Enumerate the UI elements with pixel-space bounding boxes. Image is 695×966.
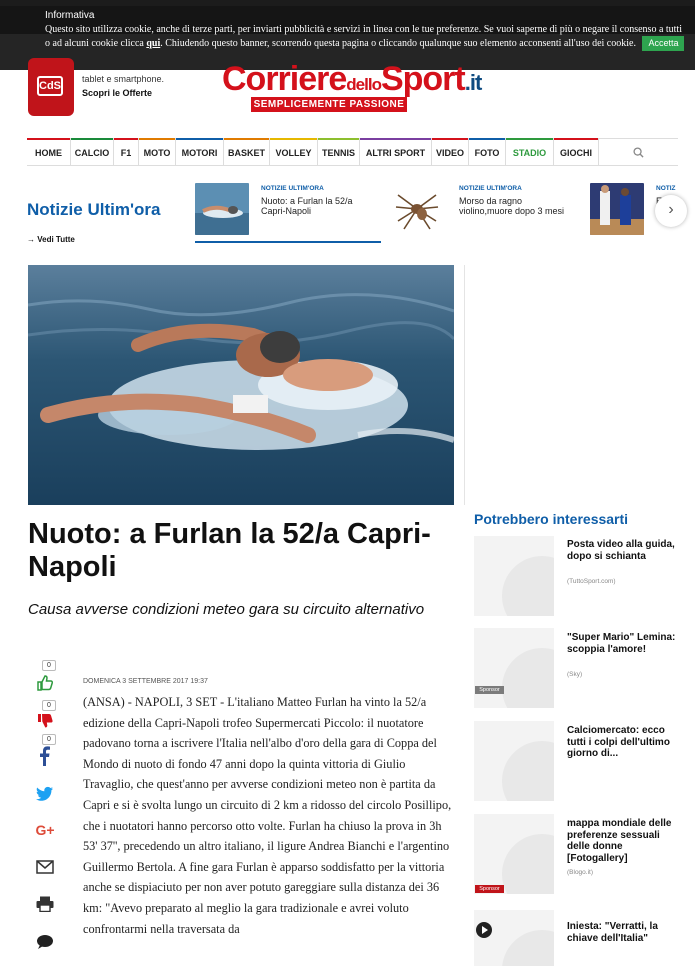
news-thumb-basketball[interactable] — [590, 183, 644, 235]
twitter-icon — [36, 786, 53, 801]
hero-image-swimmer — [28, 265, 454, 505]
sidebar-item-thumb[interactable] — [474, 910, 554, 966]
sidebar-item-thumb[interactable] — [474, 536, 554, 616]
sidebar-item-source: (TuttoSport.com) — [567, 578, 616, 585]
site-tagline: SEMPLICEMENTE PASSIONE — [251, 97, 407, 112]
like-button[interactable] — [34, 674, 56, 692]
nav-item-f1[interactable]: F1 — [114, 138, 139, 166]
printer-icon — [36, 896, 54, 912]
facebook-share-button[interactable] — [34, 746, 56, 766]
promo-text: tablet e smartphone. — [82, 74, 165, 84]
googleplus-share-button[interactable]: G+ — [34, 822, 56, 840]
cookie-info-link[interactable]: qui — [146, 38, 160, 49]
thumbs-up-icon — [37, 675, 54, 691]
vedi-tutte-link[interactable]: → Vedi Tutte — [27, 235, 75, 244]
cookie-accept-button[interactable]: Accetta — [642, 36, 685, 51]
promo-app-icon[interactable]: CdS — [28, 58, 74, 116]
envelope-icon — [36, 860, 54, 874]
article-subhead: Causa avverse condizioni meteo gara su c… — [28, 601, 425, 618]
chevron-right-icon: › — [668, 201, 674, 218]
nav-search-button[interactable] — [599, 139, 678, 165]
site-logo[interactable]: CorrieredelloSport.it — [222, 60, 483, 99]
active-news-indicator — [195, 241, 381, 243]
news-title[interactable]: Nuoto: a Furlan la 52/a Capri-Napoli — [261, 196, 373, 216]
sidebar-item-title[interactable]: Posta video alla guida, dopo si schianta — [567, 539, 682, 562]
sidebar-item-source: (Sky) — [567, 671, 583, 678]
nav-item-tennis[interactable]: TENNIS — [318, 138, 360, 166]
sidebar-item-title[interactable]: "Super Mario" Lemina: scoppia l'amore! — [567, 632, 682, 655]
main-nav: HOME CALCIO F1 MOTO MOTORI BASKET VOLLEY TENNIS… — [27, 138, 678, 166]
promo-icon-label: CdS — [37, 76, 63, 96]
email-share-button[interactable] — [34, 860, 56, 874]
print-button[interactable] — [34, 896, 56, 912]
nav-item-volley[interactable]: VOLLEY — [270, 138, 318, 166]
nav-item-video[interactable]: VIDEO — [432, 138, 469, 166]
comment-button[interactable] — [34, 934, 56, 950]
nav-item-moto[interactable]: MOTO — [139, 138, 176, 166]
sidebar-item-title[interactable]: mappa mondiale delle preferenze sessuali… — [567, 818, 682, 864]
logo-part-2: dello — [346, 75, 382, 94]
nav-item-altri-sport[interactable]: ALTRI SPORT — [360, 138, 432, 166]
google-plus-icon: G+ — [35, 822, 55, 838]
twitter-share-button[interactable] — [34, 786, 56, 802]
news-kicker: NOTIZIE ULTIM'ORA — [459, 185, 522, 192]
sidebar-item-title[interactable]: Calciomercato: ecco tutti i colpi dell'u… — [567, 725, 682, 760]
nav-item-foto[interactable]: FOTO — [469, 138, 506, 166]
news-kicker: NOTIZIE ULTIM'ORA — [261, 185, 324, 192]
facebook-count: 0 — [42, 734, 56, 745]
dislike-count: 0 — [42, 700, 56, 711]
article-date: DOMENICA 3 SETTEMBRE 2017 19:37 — [83, 678, 208, 685]
logo-suffix: .it — [464, 70, 483, 95]
play-icon[interactable] — [476, 922, 492, 938]
thumbs-down-icon — [38, 714, 53, 728]
search-icon — [633, 146, 644, 158]
nav-item-calcio[interactable]: CALCIO — [71, 138, 114, 166]
page: Informativa Questo sito utilizza cookie,… — [0, 0, 695, 966]
sponsor-badge: Sponsor — [475, 686, 504, 694]
promo-offers-link[interactable]: Scopri le Offerte — [82, 88, 152, 98]
logo-part-1: Corriere — [222, 60, 347, 98]
nav-item-basket[interactable]: BASKET — [224, 138, 270, 166]
ultim-ora-title: Notizie Ultim'ora — [27, 200, 161, 219]
nav-item-motori[interactable]: MOTORI — [176, 138, 224, 166]
like-count: 0 — [42, 660, 56, 671]
news-thumb-swimmer[interactable] — [195, 183, 249, 235]
sidebar-item-thumb[interactable] — [474, 721, 554, 801]
comment-icon — [37, 935, 53, 949]
news-title[interactable]: Morso da ragno violino,muore dopo 3 mesi — [459, 196, 569, 216]
facebook-icon — [40, 746, 50, 766]
nav-item-stadio[interactable]: STADIO — [506, 138, 554, 166]
sidebar-item-thumb[interactable] — [474, 814, 554, 894]
cookie-text-end: . Chiudendo questo banner, scorrendo que… — [160, 38, 636, 49]
nav-item-giochi[interactable]: GIOCHI — [554, 138, 599, 166]
article-body: (ANSA) - NAPOLI, 3 SET - L'italiano Matt… — [83, 695, 452, 936]
logo-part-3: Sport — [380, 60, 466, 98]
article-headline: Nuoto: a Furlan la 52/a Capri-Napoli — [28, 518, 431, 583]
sidebar-item-thumb[interactable] — [474, 628, 554, 708]
news-kicker: NOTIZ — [656, 185, 676, 192]
sidebar-divider — [464, 265, 465, 505]
sidebar-item-title[interactable]: Iniesta: "Verratti, la chiave dell'Itali… — [567, 921, 682, 944]
dislike-button[interactable] — [34, 712, 56, 730]
sponsor-badge: Sponsor — [475, 885, 504, 893]
cookie-text: Questo sito utilizza cookie, anche di te… — [45, 24, 685, 51]
sidebar-item-source: (Blogo.it) — [567, 869, 594, 876]
news-thumb-spider[interactable] — [390, 183, 444, 235]
nav-item-home[interactable]: HOME — [27, 138, 71, 166]
news-next-button[interactable]: › — [655, 195, 687, 227]
sidebar-title: Potrebbero interessarti — [474, 511, 629, 527]
cookie-title: Informativa — [45, 10, 95, 21]
